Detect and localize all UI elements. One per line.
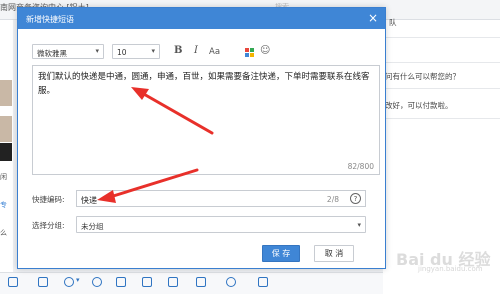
arrow-to-code [97, 168, 199, 203]
watermark-url: jingyan.baidu.com [418, 265, 483, 273]
arrow-to-content [131, 87, 214, 135]
